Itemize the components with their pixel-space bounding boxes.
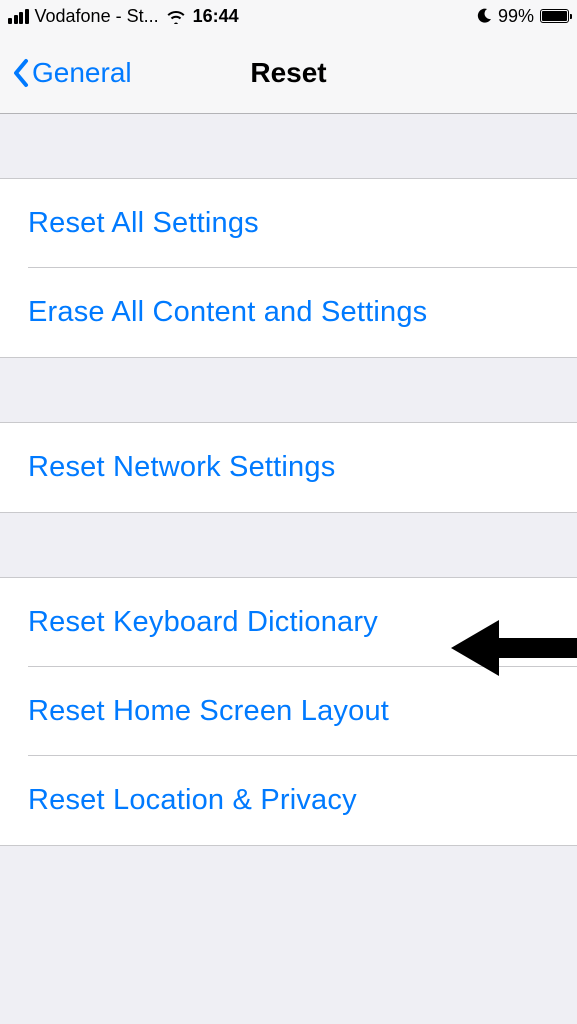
section-3: Reset Keyboard Dictionary Reset Home Scr… xyxy=(0,577,577,846)
do-not-disturb-icon xyxy=(476,8,492,24)
battery-icon xyxy=(540,9,569,23)
nav-bar: General Reset xyxy=(0,32,577,114)
section-2: Reset Network Settings xyxy=(0,422,577,513)
chevron-left-icon xyxy=(12,57,30,89)
status-time: 16:44 xyxy=(193,6,239,27)
reset-all-settings[interactable]: Reset All Settings xyxy=(0,179,577,268)
back-button[interactable]: General xyxy=(12,57,132,89)
row-label: Reset Home Screen Layout xyxy=(28,695,389,727)
status-bar: Vodafone - St... 16:44 99% xyxy=(0,0,577,32)
erase-all-content[interactable]: Erase All Content and Settings xyxy=(0,268,577,357)
battery-percent: 99% xyxy=(498,6,534,27)
status-left: Vodafone - St... 16:44 xyxy=(8,6,239,27)
row-label: Reset Network Settings xyxy=(28,451,335,483)
section-1: Reset All Settings Erase All Content and… xyxy=(0,178,577,358)
wifi-icon xyxy=(165,8,187,24)
reset-keyboard-dictionary[interactable]: Reset Keyboard Dictionary xyxy=(0,578,577,667)
row-label: Reset All Settings xyxy=(28,207,259,239)
status-right: 99% xyxy=(476,6,569,27)
back-label: General xyxy=(32,57,132,89)
row-label: Reset Keyboard Dictionary xyxy=(28,606,378,638)
row-label: Reset Location & Privacy xyxy=(28,784,357,816)
reset-location-privacy[interactable]: Reset Location & Privacy xyxy=(0,756,577,845)
row-label: Erase All Content and Settings xyxy=(28,296,427,328)
reset-home-screen-layout[interactable]: Reset Home Screen Layout xyxy=(0,667,577,756)
carrier-label: Vodafone - St... xyxy=(35,6,159,27)
cellular-signal-icon xyxy=(8,9,29,24)
page-title: Reset xyxy=(250,57,326,89)
reset-network-settings[interactable]: Reset Network Settings xyxy=(0,423,577,512)
content: Reset All Settings Erase All Content and… xyxy=(0,114,577,846)
